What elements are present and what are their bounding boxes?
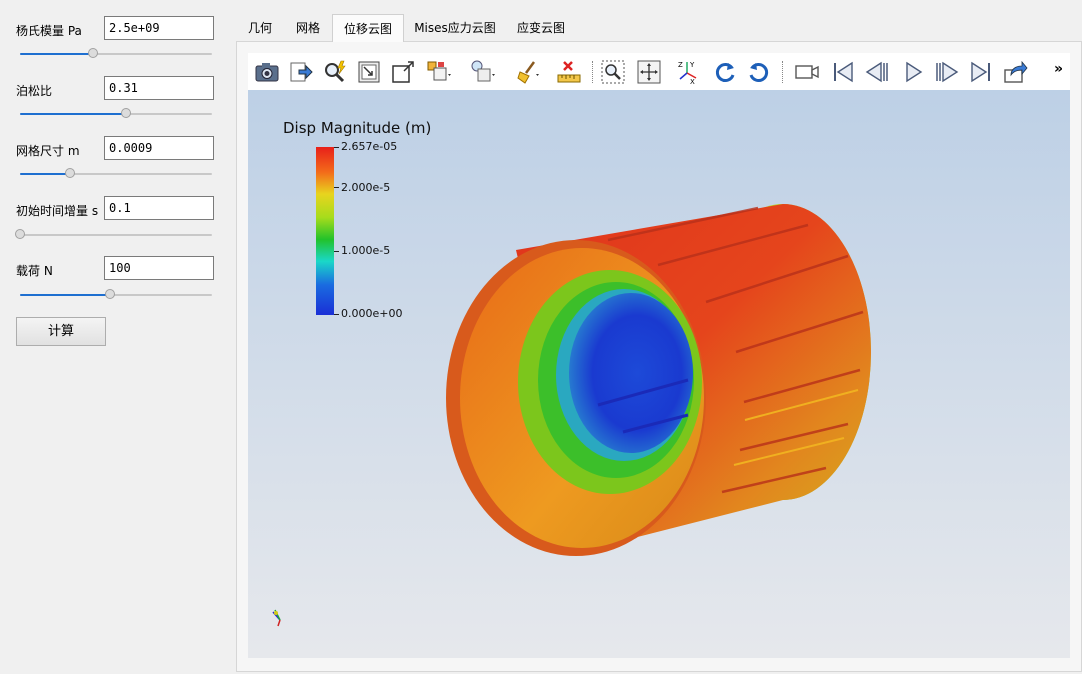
tab-mesh[interactable]: 网格: [288, 14, 328, 42]
remove-measure-icon[interactable]: [556, 59, 582, 85]
record-camera-icon[interactable]: [794, 59, 820, 85]
load-label: 载荷 N: [16, 264, 53, 278]
svg-text:X: X: [690, 78, 695, 85]
camera-icon[interactable]: [254, 59, 280, 85]
next-frame-icon[interactable]: [934, 59, 960, 85]
initial-time-increment-input[interactable]: 0.1: [104, 196, 214, 220]
previous-frame-icon[interactable]: [864, 59, 890, 85]
share-icon[interactable]: [1002, 59, 1028, 85]
poisson-ratio-label: 泊松比: [16, 84, 53, 98]
tab-geometry[interactable]: 几何: [240, 14, 280, 42]
export-icon[interactable]: [288, 59, 314, 85]
initial-time-increment-label: 初始时间增量 s: [16, 204, 99, 218]
rotate-cw-icon[interactable]: [712, 59, 738, 85]
tab-strain[interactable]: 应变云图: [508, 14, 574, 42]
zoom-selection-icon[interactable]: [600, 59, 626, 85]
tab-displacement[interactable]: 位移云图: [332, 14, 404, 42]
select-block-icon[interactable]: [426, 59, 452, 85]
youngs-modulus-slider[interactable]: [20, 47, 212, 61]
displacement-model: [272, 204, 871, 627]
mesh-size-label: 网格尺寸 m: [16, 144, 80, 158]
poisson-ratio-input[interactable]: 0.31: [104, 76, 214, 100]
orientation-axes-widget: [272, 609, 281, 627]
youngs-modulus-label: 杨氏模量 Pa: [16, 24, 82, 38]
tab-mises-stress[interactable]: Mises应力云图: [410, 14, 500, 42]
play-icon[interactable]: [900, 59, 926, 85]
mesh-size-input[interactable]: 0.0009: [104, 136, 214, 160]
slider-thumb[interactable]: [87, 48, 98, 58]
slider-thumb[interactable]: [15, 229, 25, 239]
rotate-ccw-icon[interactable]: [746, 59, 772, 85]
load-input[interactable]: 100: [104, 256, 214, 280]
youngs-modulus-input[interactable]: 2.5e+09: [104, 16, 214, 40]
slider-thumb[interactable]: [120, 108, 131, 118]
render-view[interactable]: Disp Magnitude (m) 2.657e-05 2.000e-5 1.…: [248, 90, 1070, 658]
initial-time-increment-slider[interactable]: [15, 228, 212, 242]
zoom-to-data-icon[interactable]: [322, 59, 348, 85]
clear-icon[interactable]: [514, 59, 540, 85]
view-toolbar: YZ X »: [248, 53, 1070, 90]
load-slider[interactable]: [20, 288, 212, 302]
poisson-ratio-slider[interactable]: [20, 107, 212, 121]
slider-thumb[interactable]: [64, 168, 75, 178]
parameter-panel: 杨氏模量 Pa 2.5e+09 泊松比 0.31 网格尺寸 m 0.0009 初…: [0, 0, 236, 674]
center-icon[interactable]: [636, 59, 662, 85]
axes-orientation-icon[interactable]: YZ X: [676, 59, 702, 85]
calculate-button[interactable]: 计算: [16, 317, 106, 346]
mesh-size-slider[interactable]: [20, 167, 212, 181]
toolbar-overflow-button[interactable]: »: [1054, 61, 1063, 77]
svg-text:Z: Z: [678, 61, 683, 69]
view-options-icon[interactable]: [470, 59, 496, 85]
slider-thumb[interactable]: [105, 289, 116, 299]
svg-text:Y: Y: [689, 61, 695, 69]
zoom-to-box-icon[interactable]: [390, 59, 416, 85]
reset-camera-closest-icon[interactable]: [356, 59, 382, 85]
toolbar-separator: [782, 61, 783, 83]
toolbar-separator: [592, 61, 593, 83]
last-frame-icon[interactable]: [968, 59, 994, 85]
first-frame-icon[interactable]: [830, 59, 856, 85]
